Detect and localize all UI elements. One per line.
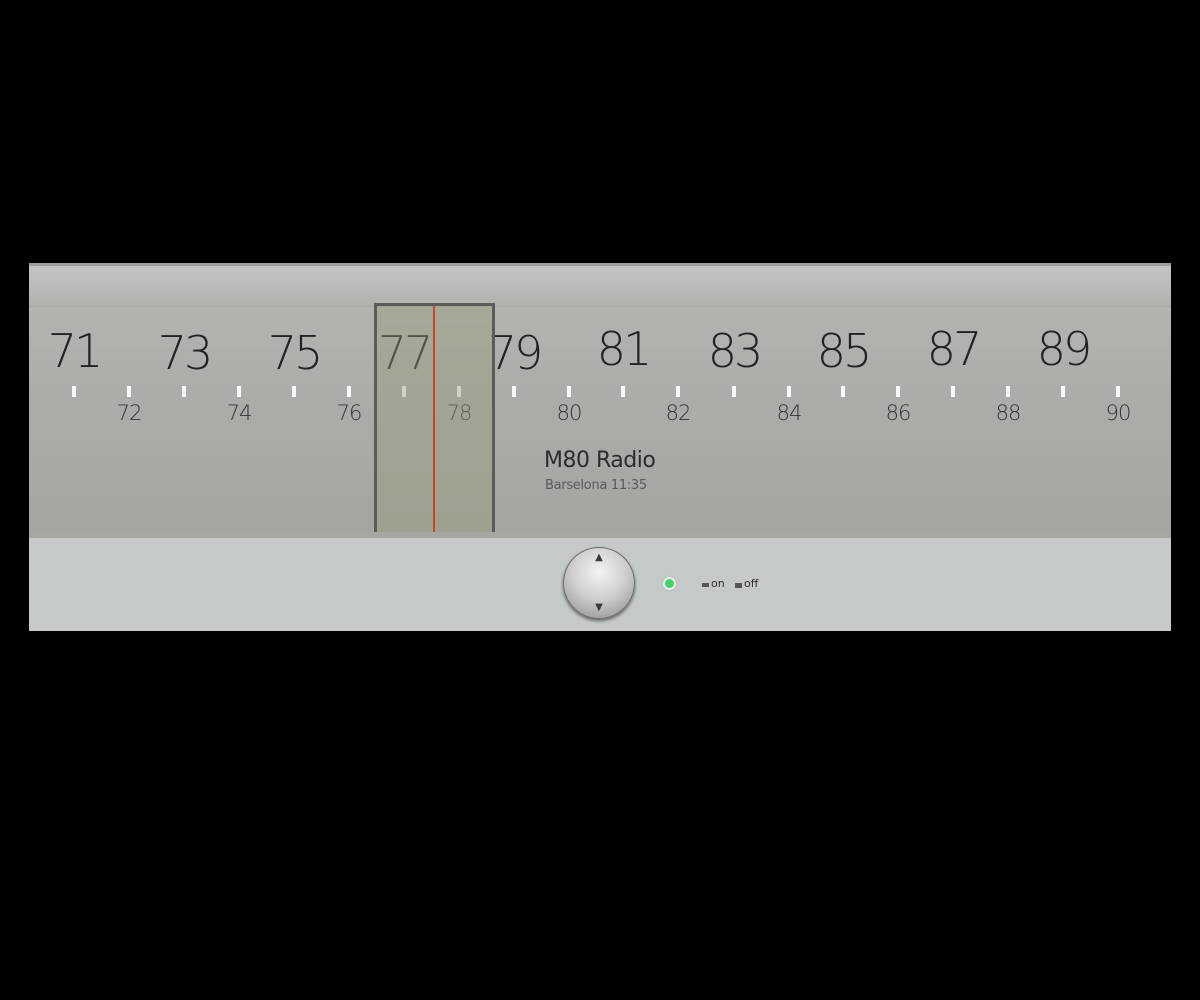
scale-tick xyxy=(237,386,241,397)
frequency-label-minor: 80 xyxy=(556,401,583,425)
tuning-dial-panel: 71 73 75 77 79 81 83 85 87 89 72 74 76 78 80 82 84 86 88 90… xyxy=(29,263,1171,541)
scale-tick xyxy=(72,386,76,397)
scale-tick xyxy=(1006,386,1010,397)
scale-tick xyxy=(347,386,351,397)
station-name: M80 Radio xyxy=(544,448,656,473)
power-off-label: off xyxy=(744,577,759,590)
frequency-label-minor: 86 xyxy=(885,401,912,425)
frequency-label-minor: 72 xyxy=(116,401,143,425)
scale-tick xyxy=(567,386,571,397)
frequency-label-major: 75 xyxy=(267,326,324,380)
scale-tick xyxy=(732,386,736,397)
switch-marker-icon xyxy=(702,583,709,587)
power-led-indicator xyxy=(665,579,674,588)
scale-tick xyxy=(292,386,296,397)
tuner-window[interactable] xyxy=(374,303,495,537)
frequency-label-minor: 74 xyxy=(226,401,253,425)
scale-tick xyxy=(621,386,625,397)
frequency-label-minor: 90 xyxy=(1105,401,1132,425)
arrow-up-icon[interactable]: ▲ xyxy=(563,553,635,563)
scale-tick xyxy=(182,386,186,397)
arrow-down-icon[interactable]: ▼ xyxy=(563,603,635,613)
frequency-label-major: 83 xyxy=(707,324,764,378)
scale-tick xyxy=(512,386,516,397)
station-subtitle: Barselona 11:35 xyxy=(545,478,647,493)
scale-tick xyxy=(127,386,131,397)
tuning-needle[interactable] xyxy=(433,306,435,534)
frequency-scale[interactable]: 71 73 75 77 79 81 83 85 87 89 72 74 76 78 80 82 84 86 88 90 xyxy=(29,266,1171,541)
scale-tick xyxy=(951,386,955,397)
power-on-switch[interactable]: on xyxy=(702,577,725,590)
power-off-switch[interactable]: off xyxy=(735,577,758,590)
frequency-label-major: 87 xyxy=(926,322,983,376)
frequency-label-major: 79 xyxy=(487,326,544,380)
radio-widget: 71 73 75 77 79 81 83 85 87 89 72 74 76 78 80 82 84 86 88 90… xyxy=(29,263,1171,631)
frequency-label-major: 71 xyxy=(47,324,104,378)
scale-tick xyxy=(787,386,791,397)
scale-tick xyxy=(1061,386,1065,397)
scale-tick xyxy=(841,386,845,397)
frequency-label-minor: 84 xyxy=(776,401,803,425)
scale-tick xyxy=(896,386,900,397)
frequency-label-minor: 88 xyxy=(995,401,1022,425)
switch-marker-icon xyxy=(735,582,742,588)
control-panel: ▲ ▼ on off xyxy=(29,538,1171,631)
scale-tick xyxy=(676,386,680,397)
frequency-label-major: 89 xyxy=(1036,322,1093,376)
frequency-label-major: 73 xyxy=(157,326,214,380)
scale-tick xyxy=(1116,386,1120,397)
frequency-label-major: 81 xyxy=(596,322,653,376)
power-on-label: on xyxy=(711,577,725,590)
frequency-label-minor: 76 xyxy=(336,401,363,425)
tuning-knob[interactable]: ▲ ▼ xyxy=(563,547,635,619)
frequency-label-minor: 82 xyxy=(665,401,692,425)
frequency-label-major: 85 xyxy=(816,324,873,378)
